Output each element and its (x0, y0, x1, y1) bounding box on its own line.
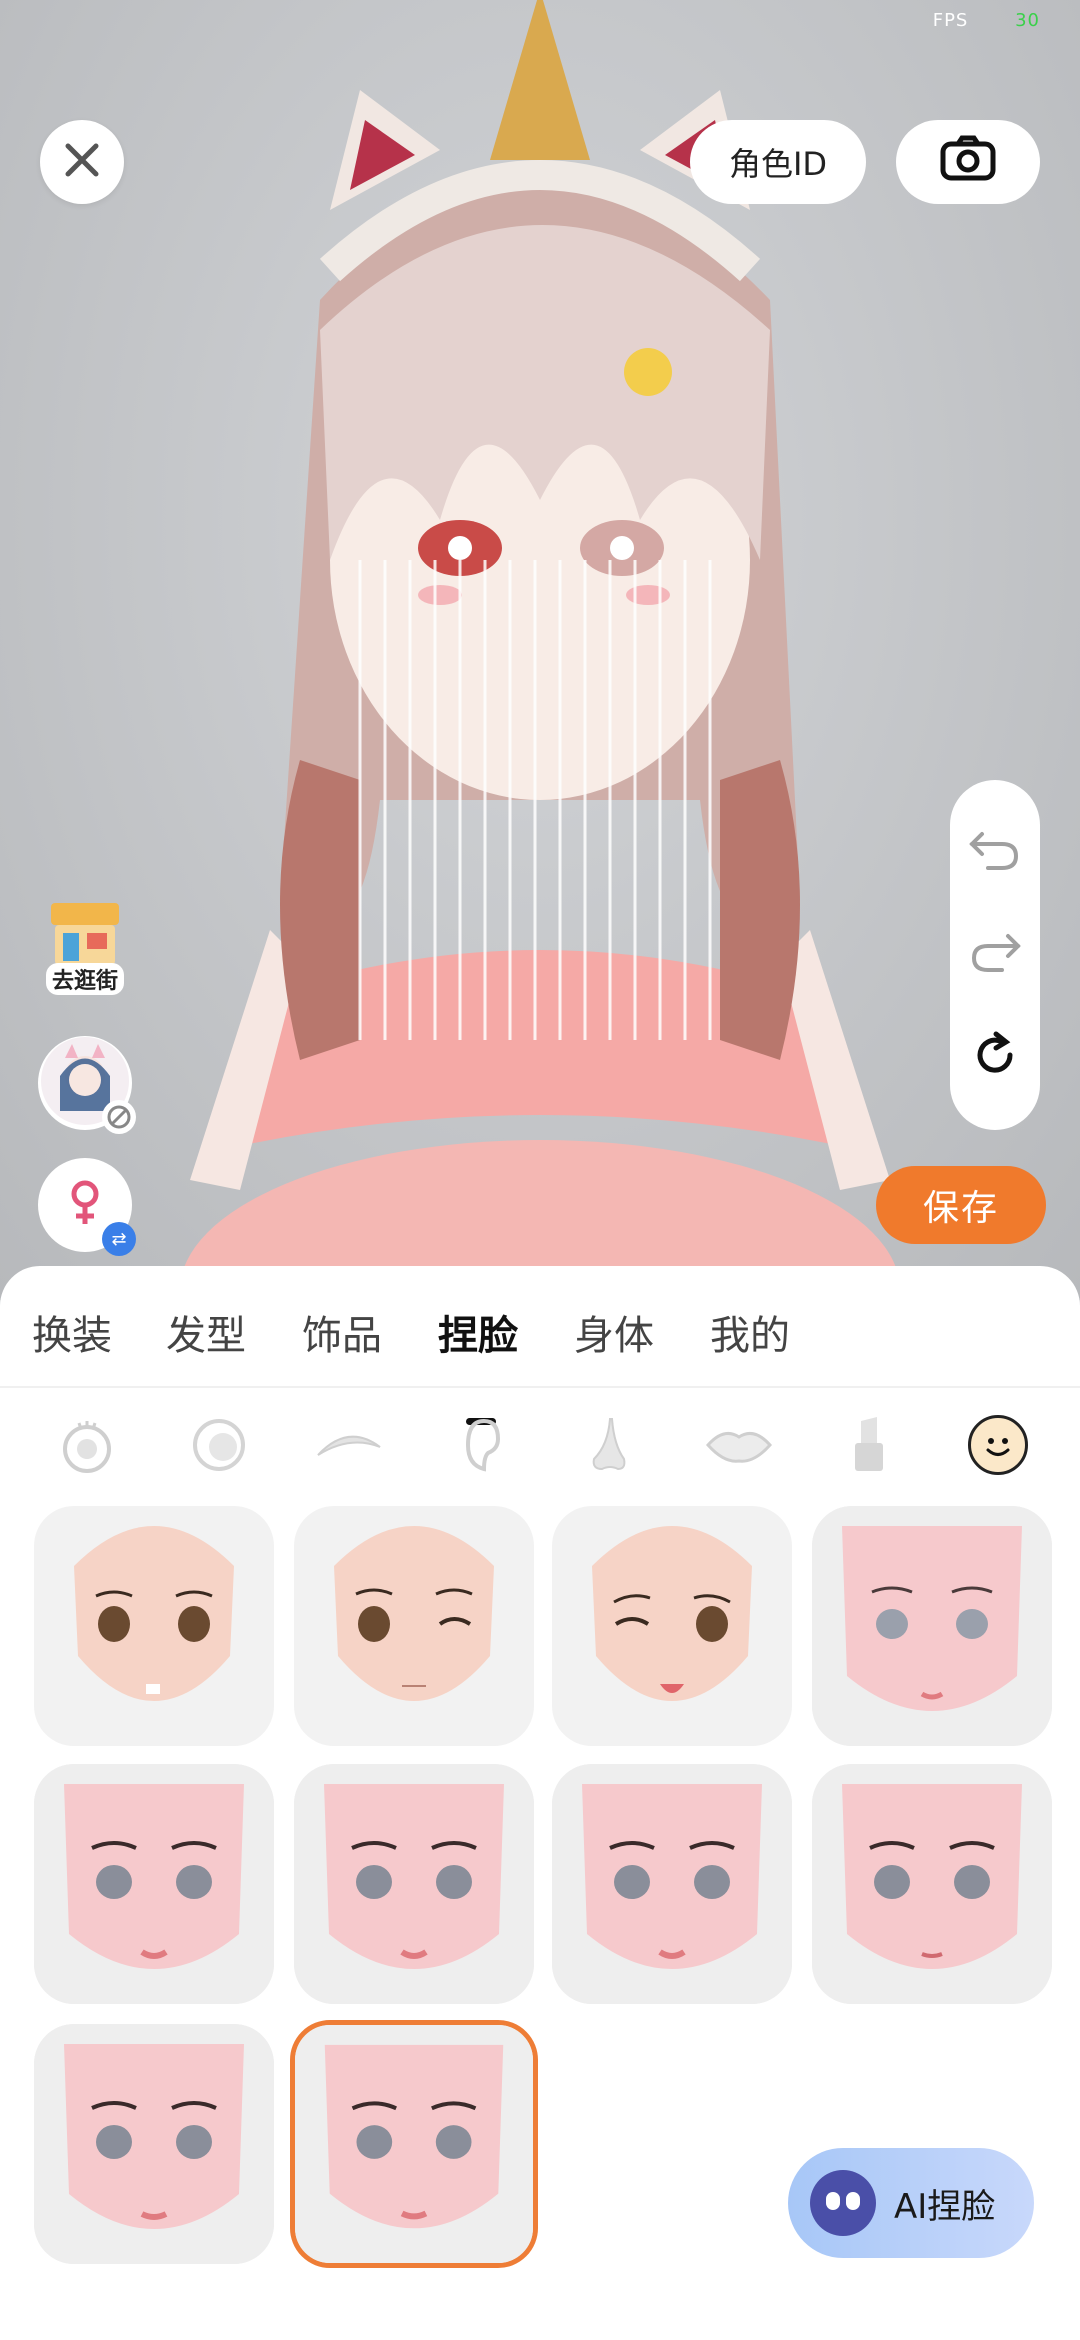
lipstick-icon[interactable] (834, 1410, 904, 1480)
face-preset-3[interactable] (552, 1506, 792, 1746)
tab-mine[interactable]: 我的 (710, 1306, 790, 1366)
face-preset-8[interactable] (812, 1764, 1052, 2004)
fps-value: 30 (1015, 10, 1040, 31)
face-expression-icon[interactable] (968, 1415, 1028, 1475)
gender-switch-button[interactable]: ⇄ (38, 1158, 136, 1256)
face-preset-10[interactable] (290, 2020, 538, 2268)
face-preset-7[interactable] (552, 1764, 792, 2004)
pupil-icon[interactable] (184, 1410, 254, 1480)
shop-label: 去逛街 (45, 963, 124, 995)
close-button[interactable] (40, 120, 124, 204)
face-thumbnail (334, 1526, 494, 1701)
camera-icon (940, 135, 996, 189)
eyebrow-icon[interactable] (314, 1410, 384, 1480)
role-id-button[interactable]: 角色ID (690, 120, 866, 204)
fps-counter: FPS 30 (933, 10, 1040, 31)
swap-icon: ⇄ (102, 1222, 136, 1256)
store-icon (45, 899, 125, 969)
history-panel (950, 780, 1040, 1130)
face-thumbnail (552, 1764, 792, 2004)
role-id-label: 角色ID (728, 145, 828, 183)
face-thumbnail (592, 1526, 752, 1701)
fps-label: FPS (932, 10, 969, 31)
face-preset-2[interactable] (294, 1506, 534, 1746)
face-thumbnail (34, 1764, 274, 2004)
undo-icon[interactable] (968, 826, 1022, 876)
face-thumbnail (812, 1764, 1052, 2004)
face-subcategory-bar (0, 1410, 1080, 1490)
shop-shortcut[interactable]: 去逛街 (38, 899, 132, 995)
avatar-switch[interactable] (38, 1036, 136, 1134)
eye-icon[interactable] (52, 1410, 122, 1480)
tab-body[interactable]: 身体 (574, 1306, 654, 1366)
ear-icon[interactable] (444, 1410, 514, 1480)
face-preset-4[interactable] (812, 1506, 1052, 1746)
nose-icon[interactable] (574, 1410, 644, 1480)
tab-outfit[interactable]: 换装 (32, 1306, 112, 1366)
sheet-divider (0, 1386, 1080, 1388)
tab-face-sculpt[interactable]: 捏脸 (438, 1306, 518, 1366)
save-button[interactable]: 保存 (876, 1166, 1046, 1244)
face-preset-1[interactable] (34, 1506, 274, 1746)
ai-face-label: AI捏脸 (894, 2186, 996, 2227)
tab-accessories[interactable]: 饰品 (302, 1306, 382, 1366)
hide-badge-icon (102, 1100, 136, 1134)
camera-button[interactable] (896, 120, 1040, 204)
ai-face-button[interactable]: AI捏脸 (788, 2148, 1034, 2258)
face-thumbnail (34, 2024, 274, 2264)
face-preset-9[interactable] (34, 2024, 274, 2264)
category-tabs: 换装 发型 饰品 捏脸 身体 我的 (0, 1306, 1080, 1425)
character-viewport[interactable]: FPS 30 角色ID 去逛街 ⇄ 保存 (0, 0, 1080, 1300)
reset-icon[interactable] (970, 1030, 1020, 1084)
robot-icon (810, 2170, 876, 2236)
face-thumbnail (294, 1764, 534, 2004)
face-thumbnail (812, 1506, 1052, 1746)
redo-icon[interactable] (968, 928, 1022, 978)
close-icon (62, 140, 102, 184)
face-thumbnail (74, 1526, 234, 1701)
tab-hairstyle[interactable]: 发型 (166, 1306, 246, 1366)
lips-icon[interactable] (704, 1410, 774, 1480)
save-label: 保存 (922, 1188, 999, 1229)
face-preset-6[interactable] (294, 1764, 534, 2004)
face-thumbnail (295, 2025, 533, 2263)
face-preset-5[interactable] (34, 1764, 274, 2004)
female-icon (65, 1178, 105, 1232)
